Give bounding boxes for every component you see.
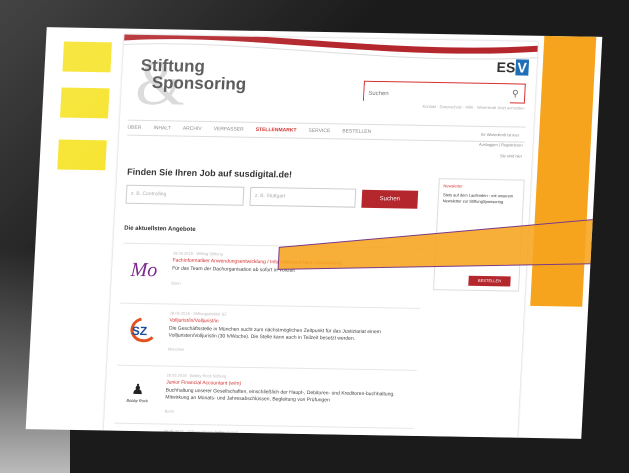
breadcrumb: Sie sind hier	[499, 153, 523, 159]
publisher-logo[interactable]: ESV	[496, 59, 530, 76]
pointer-overlay	[277, 211, 603, 270]
nav-item-inhalt[interactable]: INHALT	[153, 125, 171, 131]
offer-meta: 28.05.2018 · Willing Stiftung	[172, 250, 224, 257]
tablet-screen: & Stiftung Sponsoring ESV ⚲ Kontakt · Da…	[25, 27, 603, 439]
figure-icon: ♟	[131, 380, 145, 398]
yellow-block	[60, 87, 110, 119]
search-input[interactable]	[363, 85, 511, 105]
account-links[interactable]: Ausloggen | Registrieren	[479, 142, 523, 148]
job-what-field[interactable]: z. B. Controlling	[125, 184, 245, 206]
yellow-block	[62, 41, 112, 73]
employer-logo: ♟ Bobby Rock	[115, 374, 161, 411]
nav-item-stellenmarkt[interactable]: STELLENMARKT	[255, 127, 296, 134]
offer-description: Die Geschäftsstelle in München sucht zum…	[168, 325, 382, 342]
employer-logo-text: Bobby Rock	[126, 397, 149, 404]
employer-logo-text: Mo	[130, 258, 158, 281]
search-icon[interactable]: ⚲	[508, 86, 523, 100]
offer-location: München	[167, 346, 185, 352]
publisher-logo-suffix: V	[514, 59, 530, 76]
list-item[interactable]: SZ 28.05.2018 · Stiftungsinstitut SZ Vol…	[117, 302, 421, 369]
job-search-heading: Finden Sie Ihren Job auf susdigital.de!	[126, 166, 293, 180]
newsletter-title: Newsletter	[443, 183, 463, 189]
employer-logo: Mo	[121, 252, 167, 289]
offer-location: Bonn	[164, 408, 175, 414]
offer-title[interactable]: Volljurist/in/Volljurist/in	[169, 318, 218, 325]
nav-item-ueber[interactable]: ÜBER	[127, 125, 141, 131]
offer-title[interactable]: Junior Financial Accountant (w/m)	[166, 380, 241, 387]
employer-logo-text: SZ	[131, 324, 147, 338]
tablet-frame: & Stiftung Sponsoring ESV ⚲ Kontakt · Da…	[0, 0, 629, 473]
yellow-block	[57, 139, 107, 171]
offer-meta: 28.05.2018 · Stiftungsinstitut SZ	[169, 310, 227, 317]
nav-item-bestellen[interactable]: BESTELLEN	[342, 128, 371, 135]
main-navigation: ÜBER INHALT ARCHIV VERFASSER STELLENMARK…	[127, 119, 526, 143]
offer-meta: 28.05.2018 · Stiftung Steuer helfen (www…	[163, 428, 239, 435]
offer-meta: 28.05.2018 · Bobby Rock Stiftung	[166, 372, 227, 379]
sz-logo-graphic: SZ	[130, 317, 154, 343]
offer-location: Bonn	[171, 280, 181, 286]
list-item[interactable]: ♟ Bobby Rock 28.05.2018 · Bobby Rock Sti…	[113, 364, 417, 431]
offer-description: Buchhaltung unserer Gesellschaften, eins…	[165, 387, 395, 404]
nav-item-verfasser[interactable]: VERFASSER	[213, 126, 243, 133]
glass-glare	[0, 250, 70, 473]
site-logo[interactable]: & Stiftung Sponsoring	[134, 47, 247, 119]
site-search: ⚲	[362, 80, 526, 105]
nav-item-archiv[interactable]: ARCHIV	[183, 126, 202, 132]
publisher-logo-prefix: ES	[496, 59, 516, 76]
cart-status[interactable]: Ihr Warenkorb ist leer	[481, 131, 519, 137]
nav-item-service[interactable]: SERVICE	[308, 128, 330, 134]
top-links[interactable]: Kontakt · Datenschutz · Hilfe · Warenkor…	[422, 104, 524, 111]
logo-line2: Sponsoring	[151, 73, 247, 94]
employer-logo: SZ	[118, 312, 164, 349]
